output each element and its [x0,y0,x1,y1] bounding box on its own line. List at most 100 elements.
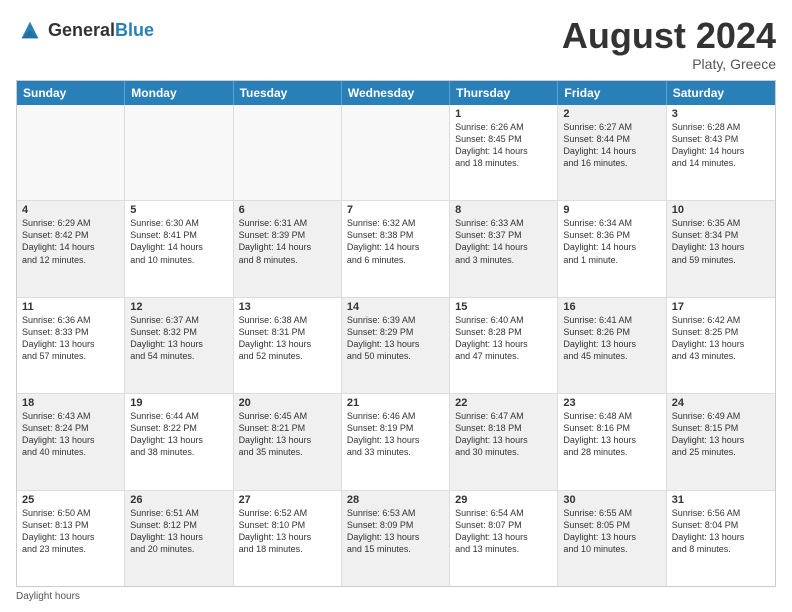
cell-content: Sunrise: 6:49 AM Sunset: 8:15 PM Dayligh… [672,410,770,459]
header: GeneralBlue August 2024 Platy, Greece [16,16,776,72]
day-number: 9 [563,204,660,216]
cell-content: Sunrise: 6:55 AM Sunset: 8:05 PM Dayligh… [563,507,660,556]
day-number: 15 [455,301,552,313]
calendar-cell: 23Sunrise: 6:48 AM Sunset: 8:16 PM Dayli… [558,394,666,489]
day-number: 17 [672,301,770,313]
day-number: 30 [563,494,660,506]
calendar-cell: 26Sunrise: 6:51 AM Sunset: 8:12 PM Dayli… [125,491,233,586]
cell-content: Sunrise: 6:46 AM Sunset: 8:19 PM Dayligh… [347,410,444,459]
cell-content: Sunrise: 6:31 AM Sunset: 8:39 PM Dayligh… [239,217,336,266]
logo-icon [16,16,44,44]
header-day-saturday: Saturday [667,81,775,105]
calendar-cell: 5Sunrise: 6:30 AM Sunset: 8:41 PM Daylig… [125,201,233,296]
day-number: 27 [239,494,336,506]
cell-content: Sunrise: 6:42 AM Sunset: 8:25 PM Dayligh… [672,314,770,363]
calendar-cell [342,105,450,200]
logo-blue: Blue [115,20,154,40]
cell-content: Sunrise: 6:40 AM Sunset: 8:28 PM Dayligh… [455,314,552,363]
calendar-cell: 14Sunrise: 6:39 AM Sunset: 8:29 PM Dayli… [342,298,450,393]
calendar-header: SundayMondayTuesdayWednesdayThursdayFrid… [17,81,775,105]
calendar-cell: 6Sunrise: 6:31 AM Sunset: 8:39 PM Daylig… [234,201,342,296]
cell-content: Sunrise: 6:43 AM Sunset: 8:24 PM Dayligh… [22,410,119,459]
day-number: 3 [672,108,770,120]
cell-content: Sunrise: 6:35 AM Sunset: 8:34 PM Dayligh… [672,217,770,266]
cell-content: Sunrise: 6:27 AM Sunset: 8:44 PM Dayligh… [563,121,660,170]
day-number: 19 [130,397,227,409]
day-number: 5 [130,204,227,216]
title-block: August 2024 Platy, Greece [562,16,776,72]
day-number: 12 [130,301,227,313]
cell-content: Sunrise: 6:32 AM Sunset: 8:38 PM Dayligh… [347,217,444,266]
day-number: 31 [672,494,770,506]
header-day-friday: Friday [558,81,666,105]
day-number: 18 [22,397,119,409]
cell-content: Sunrise: 6:41 AM Sunset: 8:26 PM Dayligh… [563,314,660,363]
cell-content: Sunrise: 6:33 AM Sunset: 8:37 PM Dayligh… [455,217,552,266]
header-day-monday: Monday [125,81,233,105]
cell-content: Sunrise: 6:47 AM Sunset: 8:18 PM Dayligh… [455,410,552,459]
cell-content: Sunrise: 6:56 AM Sunset: 8:04 PM Dayligh… [672,507,770,556]
calendar-cell: 19Sunrise: 6:44 AM Sunset: 8:22 PM Dayli… [125,394,233,489]
cell-content: Sunrise: 6:38 AM Sunset: 8:31 PM Dayligh… [239,314,336,363]
calendar-row-1: 1Sunrise: 6:26 AM Sunset: 8:45 PM Daylig… [17,105,775,201]
calendar-cell: 8Sunrise: 6:33 AM Sunset: 8:37 PM Daylig… [450,201,558,296]
day-number: 25 [22,494,119,506]
calendar-cell: 31Sunrise: 6:56 AM Sunset: 8:04 PM Dayli… [667,491,775,586]
cell-content: Sunrise: 6:39 AM Sunset: 8:29 PM Dayligh… [347,314,444,363]
day-number: 23 [563,397,660,409]
day-number: 1 [455,108,552,120]
page-title: August 2024 [562,16,776,56]
calendar-row-4: 18Sunrise: 6:43 AM Sunset: 8:24 PM Dayli… [17,394,775,490]
cell-content: Sunrise: 6:51 AM Sunset: 8:12 PM Dayligh… [130,507,227,556]
cell-content: Sunrise: 6:36 AM Sunset: 8:33 PM Dayligh… [22,314,119,363]
cell-content: Sunrise: 6:45 AM Sunset: 8:21 PM Dayligh… [239,410,336,459]
logo-text: GeneralBlue [48,20,154,41]
calendar-row-2: 4Sunrise: 6:29 AM Sunset: 8:42 PM Daylig… [17,201,775,297]
calendar-cell: 9Sunrise: 6:34 AM Sunset: 8:36 PM Daylig… [558,201,666,296]
day-number: 2 [563,108,660,120]
calendar-cell: 2Sunrise: 6:27 AM Sunset: 8:44 PM Daylig… [558,105,666,200]
logo: GeneralBlue [16,16,154,44]
calendar-cell: 30Sunrise: 6:55 AM Sunset: 8:05 PM Dayli… [558,491,666,586]
day-number: 4 [22,204,119,216]
calendar-cell: 11Sunrise: 6:36 AM Sunset: 8:33 PM Dayli… [17,298,125,393]
footer-note: Daylight hours [16,591,776,602]
calendar-cell: 28Sunrise: 6:53 AM Sunset: 8:09 PM Dayli… [342,491,450,586]
day-number: 24 [672,397,770,409]
cell-content: Sunrise: 6:54 AM Sunset: 8:07 PM Dayligh… [455,507,552,556]
calendar-cell: 22Sunrise: 6:47 AM Sunset: 8:18 PM Dayli… [450,394,558,489]
day-number: 20 [239,397,336,409]
cell-content: Sunrise: 6:50 AM Sunset: 8:13 PM Dayligh… [22,507,119,556]
calendar: SundayMondayTuesdayWednesdayThursdayFrid… [16,80,776,587]
logo-general: General [48,20,115,40]
calendar-cell: 1Sunrise: 6:26 AM Sunset: 8:45 PM Daylig… [450,105,558,200]
calendar-cell: 16Sunrise: 6:41 AM Sunset: 8:26 PM Dayli… [558,298,666,393]
day-number: 21 [347,397,444,409]
day-number: 10 [672,204,770,216]
calendar-cell: 29Sunrise: 6:54 AM Sunset: 8:07 PM Dayli… [450,491,558,586]
calendar-cell: 13Sunrise: 6:38 AM Sunset: 8:31 PM Dayli… [234,298,342,393]
cell-content: Sunrise: 6:30 AM Sunset: 8:41 PM Dayligh… [130,217,227,266]
cell-content: Sunrise: 6:28 AM Sunset: 8:43 PM Dayligh… [672,121,770,170]
calendar-cell [125,105,233,200]
calendar-cell: 17Sunrise: 6:42 AM Sunset: 8:25 PM Dayli… [667,298,775,393]
cell-content: Sunrise: 6:37 AM Sunset: 8:32 PM Dayligh… [130,314,227,363]
day-number: 11 [22,301,119,313]
cell-content: Sunrise: 6:26 AM Sunset: 8:45 PM Dayligh… [455,121,552,170]
calendar-cell [234,105,342,200]
calendar-cell: 25Sunrise: 6:50 AM Sunset: 8:13 PM Dayli… [17,491,125,586]
calendar-cell: 21Sunrise: 6:46 AM Sunset: 8:19 PM Dayli… [342,394,450,489]
day-number: 13 [239,301,336,313]
daylight-label: Daylight hours [16,591,80,602]
calendar-row-5: 25Sunrise: 6:50 AM Sunset: 8:13 PM Dayli… [17,491,775,586]
day-number: 6 [239,204,336,216]
calendar-body: 1Sunrise: 6:26 AM Sunset: 8:45 PM Daylig… [17,105,775,586]
header-day-sunday: Sunday [17,81,125,105]
calendar-cell: 12Sunrise: 6:37 AM Sunset: 8:32 PM Dayli… [125,298,233,393]
day-number: 28 [347,494,444,506]
cell-content: Sunrise: 6:44 AM Sunset: 8:22 PM Dayligh… [130,410,227,459]
day-number: 26 [130,494,227,506]
day-number: 8 [455,204,552,216]
cell-content: Sunrise: 6:34 AM Sunset: 8:36 PM Dayligh… [563,217,660,266]
header-day-wednesday: Wednesday [342,81,450,105]
